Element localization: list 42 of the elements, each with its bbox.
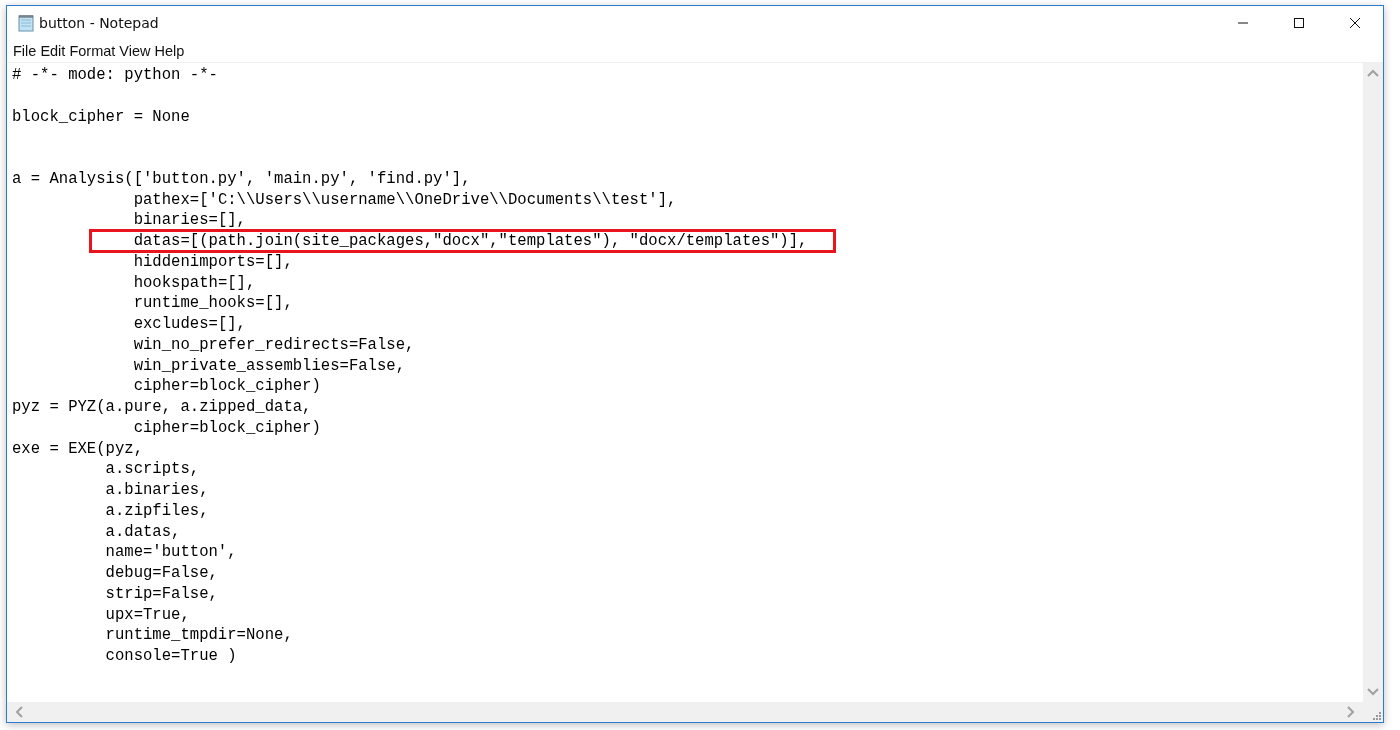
code-line: a.binaries, (105, 481, 209, 499)
code-line: console=True ) (105, 647, 237, 665)
maximize-icon[interactable] (1293, 17, 1305, 29)
code-line: hookspath=[], (133, 273, 256, 292)
code-line: pyz = PYZ(a.pure, a.zipped_data, (12, 398, 312, 416)
scroll-down-icon[interactable] (1367, 688, 1379, 696)
code-line: cipher=block_cipher) (133, 418, 321, 437)
code-line: name='button', (105, 543, 237, 562)
resize-grip-icon[interactable] (1371, 710, 1381, 720)
menu-item[interactable]: Help (152, 43, 187, 59)
notepad-icon (17, 14, 35, 32)
code-line: strip=False, (105, 584, 218, 603)
menu-item[interactable]: Edit (38, 43, 68, 59)
code-line: exe = EXE(pyz, (12, 439, 143, 458)
close-icon[interactable] (1349, 17, 1361, 29)
code-line: a.scripts, (105, 460, 200, 479)
highlighted-code-line: datas=[(path.join(site_packages,"docx","templates"), "docx/templates")], (92, 232, 833, 250)
code-line: debug=False, (105, 564, 218, 582)
code-line: a = Analysis(['button.py', 'main.py', 'find.py'], (12, 169, 471, 188)
code-line: win_no_prefer_redirects=False, (133, 335, 415, 354)
code-line: win_private_assemblies=False, (133, 356, 406, 375)
code-line: hiddenimports=[], (133, 252, 293, 271)
code-line: a.datas, (105, 522, 181, 541)
scroll-up-icon[interactable] (1367, 69, 1379, 77)
code-line: runtime_hooks=[], (133, 294, 293, 313)
code-line: pathex=['C:\\Users\\username\\OneDrive\\Documents\\test'], (133, 190, 677, 209)
code-line: upx=True, (105, 605, 190, 624)
code-line: block_cipher = None (12, 107, 190, 126)
menu-item[interactable]: File (11, 43, 39, 59)
scroll-right-icon[interactable] (1347, 706, 1355, 718)
code-line: # -*- mode: python -*- (12, 66, 218, 84)
scroll-left-icon[interactable] (15, 706, 23, 718)
vertical-scrollbar[interactable] (1363, 63, 1383, 702)
code-line: a.zipfiles, (105, 501, 209, 520)
menu-item[interactable]: Format (67, 43, 118, 59)
code-line: cipher=block_cipher) (133, 377, 321, 396)
code-line: runtime_tmpdir=None, (105, 626, 293, 645)
code-line: binaries=[], (133, 211, 246, 230)
menu-item[interactable]: View (117, 43, 153, 59)
code-line: excludes=[], (133, 315, 246, 333)
horizontal-scrollbar[interactable] (7, 702, 1363, 722)
window-title: button - Notepad (39, 15, 159, 31)
